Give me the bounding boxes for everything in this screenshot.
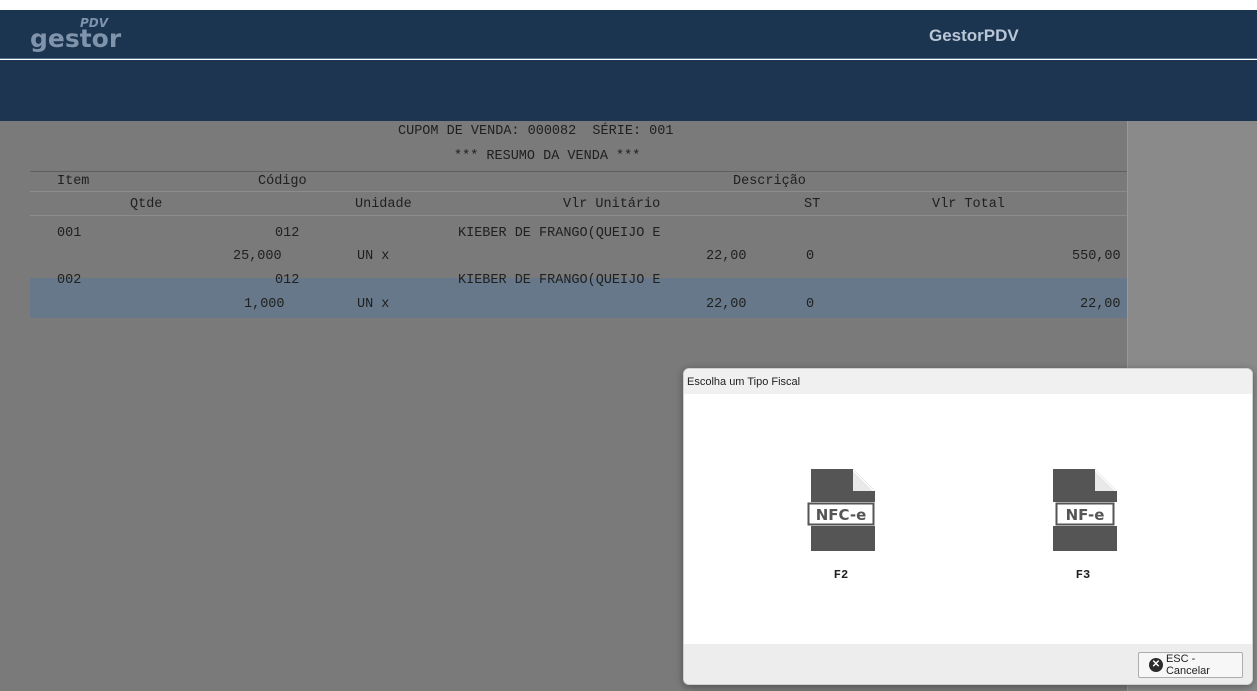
column-header-item: Item bbox=[57, 174, 90, 189]
nfce-shortcut-key: F2 bbox=[833, 568, 849, 582]
item-unidade: UN x bbox=[357, 297, 390, 312]
item-codigo: 012 bbox=[275, 226, 300, 241]
column-header-st: ST bbox=[804, 197, 821, 212]
app-title: GestorPDV bbox=[929, 26, 1019, 45]
column-header-codigo: Código bbox=[258, 174, 307, 189]
item-descricao: KIEBER DE FRANGO(QUEIJO E bbox=[458, 273, 661, 288]
header-subbar bbox=[0, 60, 1257, 121]
nfce-doc-label: NFC-e bbox=[816, 506, 867, 524]
close-circle-icon: ✕ bbox=[1149, 658, 1163, 672]
item-codigo: 012 bbox=[275, 273, 300, 288]
cancel-button-label: ESC - Cancelar bbox=[1165, 653, 1210, 677]
column-header-row-2: Qtde Unidade Vlr Unitário ST Vlr Total bbox=[30, 195, 1127, 216]
item-vlr-unitario: 22,00 bbox=[706, 249, 747, 264]
column-header-qtde: Qtde bbox=[130, 197, 163, 212]
column-header-descricao: Descrição bbox=[733, 174, 806, 189]
nfe-shortcut-key: F3 bbox=[1075, 568, 1091, 582]
nfe-document-icon: NF-e bbox=[1053, 469, 1117, 551]
item-vlr-total: 22,00 bbox=[1080, 297, 1121, 312]
item-st: 0 bbox=[806, 249, 815, 264]
gestor-logo: gestor PDV bbox=[30, 16, 130, 53]
item-number: 002 bbox=[57, 273, 82, 288]
nfe-option-button[interactable]: NF-e F3 bbox=[1033, 469, 1133, 599]
column-header-vlr-unitario: Vlr Unitário bbox=[563, 197, 661, 212]
column-header-vlr-total: Vlr Total bbox=[932, 197, 1005, 212]
item-descricao: KIEBER DE FRANGO(QUEIJO E bbox=[458, 226, 661, 241]
nfe-doc-label: NF-e bbox=[1066, 506, 1105, 524]
item-number: 001 bbox=[57, 226, 82, 241]
item-vlr-unitario: 22,00 bbox=[706, 297, 747, 312]
nfce-option-button[interactable]: NFC-e F2 bbox=[791, 469, 891, 599]
app-header: gestor PDV GestorPDV bbox=[0, 10, 1257, 59]
nfce-document-icon: NFC-e bbox=[807, 469, 875, 551]
item-st: 0 bbox=[806, 297, 815, 312]
column-header-unidade: Unidade bbox=[355, 197, 412, 212]
receipt-header-line: CUPOM DE VENDA: 000082 SÉRIE: 001 bbox=[398, 124, 674, 139]
logo-superscript: PDV bbox=[80, 16, 109, 30]
item-unidade: UN x bbox=[357, 249, 390, 264]
item-qtde: 1,000 bbox=[244, 297, 285, 312]
column-header-row-1: Item Código Descrição bbox=[30, 171, 1127, 192]
fiscal-type-dialog: Escolha um Tipo Fiscal NFC-e F2 NF-e F3 … bbox=[683, 368, 1253, 685]
dialog-title: Escolha um Tipo Fiscal bbox=[684, 369, 1252, 394]
item-vlr-total: 550,00 bbox=[1072, 249, 1121, 264]
receipt-summary-line: *** RESUMO DA VENDA *** bbox=[454, 149, 641, 164]
item-qtde: 25,000 bbox=[233, 249, 282, 264]
cancel-button[interactable]: ✕ ESC - Cancelar bbox=[1138, 652, 1243, 678]
